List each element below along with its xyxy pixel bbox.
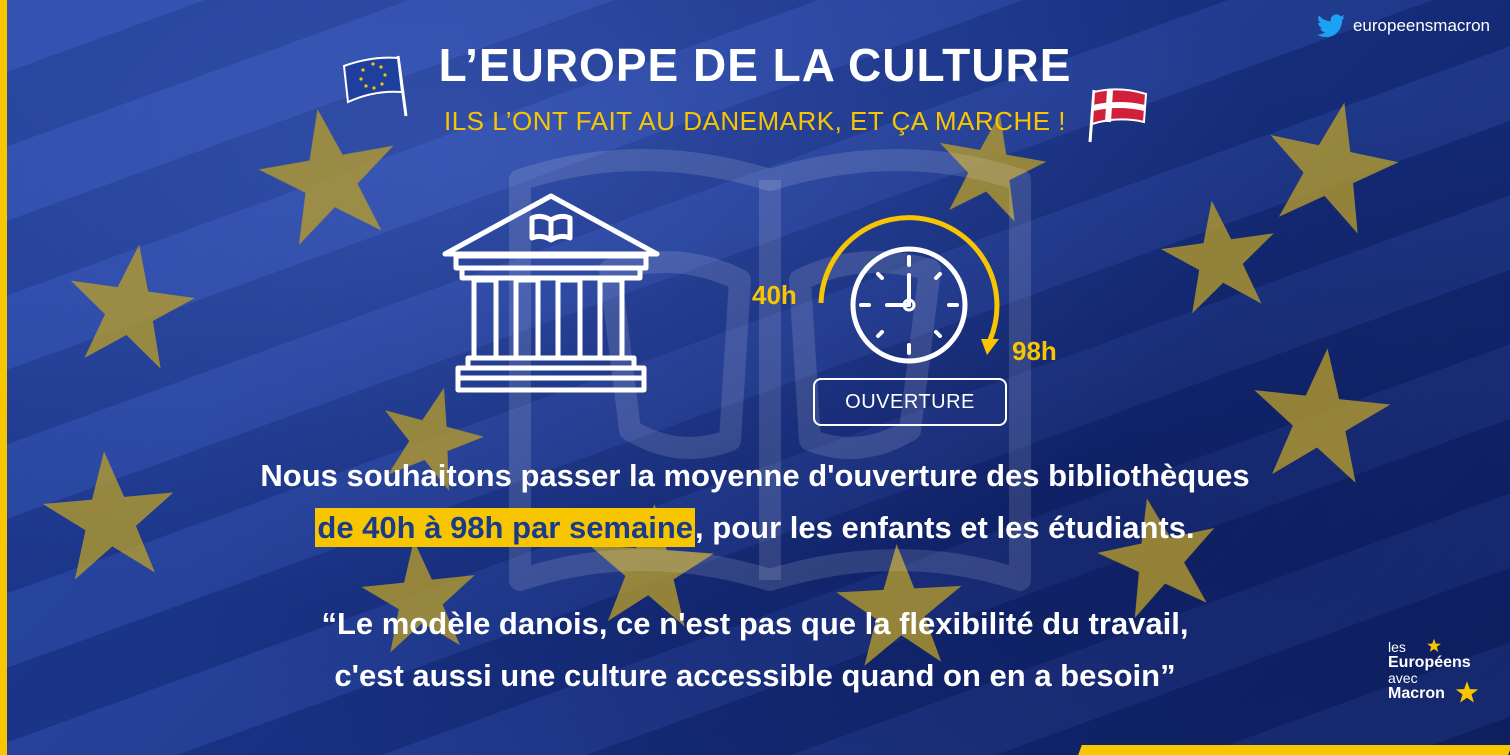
- statement-line-1: Nous souhaitons passer la moyenne d'ouve…: [260, 458, 1250, 493]
- from-hours-label: 40h: [752, 280, 797, 310]
- page-subtitle: ILS L’ONT FAIT AU DANEMARK, ET ÇA MARCHE…: [443, 106, 1067, 136]
- twitter-icon: [1316, 14, 1345, 38]
- statement-line-2: de 40h à 98h par semaine, pour les enfan…: [0, 502, 1510, 554]
- opening-label: OUVERTURE: [845, 390, 975, 413]
- statement-line-2-rest: , pour les enfants et les étudiants.: [695, 510, 1195, 545]
- poster-background: europeensmacron L’EUROPE DE LA CULTURE I…: [0, 0, 1510, 755]
- main-statement: Nous souhaitons passer la moyenne d'ouve…: [0, 450, 1510, 554]
- europeens-avec-macron-logo: les Européens avec Macron: [1388, 638, 1479, 703]
- statement-highlight: de 40h à 98h par semaine: [315, 508, 696, 547]
- clock-icon: [818, 215, 1000, 364]
- page-title: L’EUROPE DE LA CULTURE: [438, 39, 1072, 91]
- library-icon: [442, 193, 660, 393]
- quote: “Le modèle danois, ce n'est pas que la f…: [0, 598, 1510, 702]
- logo-star-icon: [1427, 638, 1441, 652]
- quote-line-2: c'est aussi une culture accessible quand…: [334, 658, 1176, 693]
- logo-star-large-icon: [1455, 681, 1479, 703]
- logo-europeens: Européens: [1388, 653, 1471, 671]
- twitter-handle[interactable]: europeensmacron: [1316, 14, 1490, 38]
- yellow-bottom-stripe: [1078, 745, 1510, 755]
- to-hours-label: 98h: [1012, 336, 1057, 366]
- twitter-handle-text: europeensmacron: [1352, 16, 1490, 35]
- opening-label-box: OUVERTURE: [813, 378, 1007, 426]
- quote-line-1: “Le modèle danois, ce n'est pas que la f…: [321, 606, 1189, 641]
